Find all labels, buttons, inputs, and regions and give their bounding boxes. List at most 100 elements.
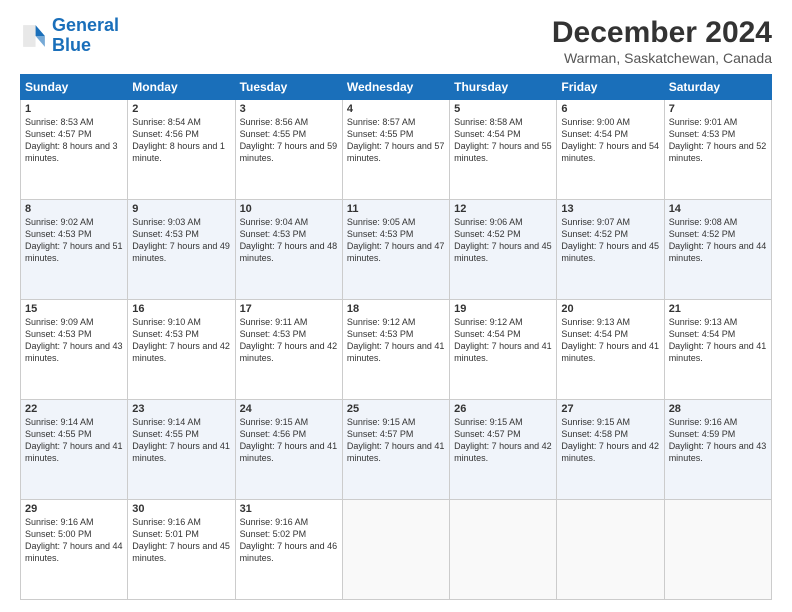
sunrise-label: Sunrise: 9:13 AM: [669, 317, 738, 327]
day-info: Sunrise: 9:09 AM Sunset: 4:53 PM Dayligh…: [25, 316, 123, 365]
day-number: 19: [454, 303, 552, 315]
col-monday: Monday: [128, 75, 235, 100]
day-info: Sunrise: 9:16 AM Sunset: 5:02 PM Dayligh…: [240, 516, 338, 565]
day-number: 14: [669, 203, 767, 215]
calendar-cell: 3 Sunrise: 8:56 AM Sunset: 4:55 PM Dayli…: [235, 100, 342, 200]
calendar-week-row: 8 Sunrise: 9:02 AM Sunset: 4:53 PM Dayli…: [21, 200, 772, 300]
day-number: 3: [240, 103, 338, 115]
calendar-cell: 17 Sunrise: 9:11 AM Sunset: 4:53 PM Dayl…: [235, 300, 342, 400]
daylight-label: Daylight: 7 hours and 45 minutes.: [132, 541, 230, 563]
sunrise-label: Sunrise: 9:11 AM: [240, 317, 308, 327]
subtitle: Warman, Saskatchewan, Canada: [552, 50, 772, 66]
page: General Blue December 2024 Warman, Saska…: [0, 0, 792, 612]
day-number: 8: [25, 203, 123, 215]
day-info: Sunrise: 9:13 AM Sunset: 4:54 PM Dayligh…: [669, 316, 767, 365]
day-number: 22: [25, 403, 123, 415]
calendar-week-row: 22 Sunrise: 9:14 AM Sunset: 4:55 PM Dayl…: [21, 400, 772, 500]
daylight-label: Daylight: 7 hours and 42 minutes.: [240, 341, 338, 363]
logo: General Blue: [20, 16, 119, 56]
day-info: Sunrise: 9:05 AM Sunset: 4:53 PM Dayligh…: [347, 216, 445, 265]
day-info: Sunrise: 8:54 AM Sunset: 4:56 PM Dayligh…: [132, 116, 230, 165]
calendar-cell: [342, 500, 449, 600]
sunset-label: Sunset: 4:53 PM: [132, 229, 199, 239]
sunrise-label: Sunrise: 8:54 AM: [132, 117, 201, 127]
logo-line1: General: [52, 15, 119, 35]
sunset-label: Sunset: 5:01 PM: [132, 529, 199, 539]
daylight-label: Daylight: 7 hours and 43 minutes.: [669, 441, 767, 463]
sunrise-label: Sunrise: 9:14 AM: [132, 417, 201, 427]
calendar-cell: 16 Sunrise: 9:10 AM Sunset: 4:53 PM Dayl…: [128, 300, 235, 400]
col-wednesday: Wednesday: [342, 75, 449, 100]
calendar-cell: [557, 500, 664, 600]
day-info: Sunrise: 9:01 AM Sunset: 4:53 PM Dayligh…: [669, 116, 767, 165]
day-info: Sunrise: 8:56 AM Sunset: 4:55 PM Dayligh…: [240, 116, 338, 165]
main-title: December 2024: [552, 16, 772, 50]
day-number: 18: [347, 303, 445, 315]
calendar-week-row: 1 Sunrise: 8:53 AM Sunset: 4:57 PM Dayli…: [21, 100, 772, 200]
sunset-label: Sunset: 4:52 PM: [561, 229, 628, 239]
daylight-label: Daylight: 7 hours and 41 minutes.: [25, 441, 123, 463]
sunset-label: Sunset: 4:53 PM: [25, 229, 92, 239]
day-info: Sunrise: 9:04 AM Sunset: 4:53 PM Dayligh…: [240, 216, 338, 265]
calendar-cell: 21 Sunrise: 9:13 AM Sunset: 4:54 PM Dayl…: [664, 300, 771, 400]
calendar-cell: 9 Sunrise: 9:03 AM Sunset: 4:53 PM Dayli…: [128, 200, 235, 300]
sunrise-label: Sunrise: 9:16 AM: [25, 517, 94, 527]
sunrise-label: Sunrise: 9:00 AM: [561, 117, 630, 127]
sunset-label: Sunset: 4:56 PM: [132, 129, 199, 139]
day-info: Sunrise: 9:10 AM Sunset: 4:53 PM Dayligh…: [132, 316, 230, 365]
sunrise-label: Sunrise: 9:15 AM: [347, 417, 416, 427]
sunset-label: Sunset: 5:00 PM: [25, 529, 92, 539]
calendar-cell: 27 Sunrise: 9:15 AM Sunset: 4:58 PM Dayl…: [557, 400, 664, 500]
day-number: 4: [347, 103, 445, 115]
calendar-header: Sunday Monday Tuesday Wednesday Thursday…: [21, 75, 772, 100]
sunrise-label: Sunrise: 9:12 AM: [347, 317, 416, 327]
day-number: 26: [454, 403, 552, 415]
calendar-cell: 12 Sunrise: 9:06 AM Sunset: 4:52 PM Dayl…: [450, 200, 557, 300]
calendar-cell: 7 Sunrise: 9:01 AM Sunset: 4:53 PM Dayli…: [664, 100, 771, 200]
daylight-label: Daylight: 7 hours and 41 minutes.: [240, 441, 338, 463]
day-info: Sunrise: 8:53 AM Sunset: 4:57 PM Dayligh…: [25, 116, 123, 165]
calendar-cell: 30 Sunrise: 9:16 AM Sunset: 5:01 PM Dayl…: [128, 500, 235, 600]
day-info: Sunrise: 8:57 AM Sunset: 4:55 PM Dayligh…: [347, 116, 445, 165]
daylight-label: Daylight: 7 hours and 44 minutes.: [669, 241, 767, 263]
day-info: Sunrise: 9:00 AM Sunset: 4:54 PM Dayligh…: [561, 116, 659, 165]
sunset-label: Sunset: 4:55 PM: [25, 429, 92, 439]
daylight-label: Daylight: 7 hours and 47 minutes.: [347, 241, 445, 263]
sunset-label: Sunset: 4:54 PM: [454, 129, 521, 139]
logo-icon: [20, 22, 48, 50]
day-info: Sunrise: 9:15 AM Sunset: 4:57 PM Dayligh…: [454, 416, 552, 465]
day-number: 9: [132, 203, 230, 215]
daylight-label: Daylight: 7 hours and 41 minutes.: [347, 341, 445, 363]
calendar-cell: [664, 500, 771, 600]
daylight-label: Daylight: 7 hours and 57 minutes.: [347, 141, 445, 163]
daylight-label: Daylight: 7 hours and 42 minutes.: [132, 341, 230, 363]
day-number: 24: [240, 403, 338, 415]
calendar-cell: 31 Sunrise: 9:16 AM Sunset: 5:02 PM Dayl…: [235, 500, 342, 600]
calendar-cell: 15 Sunrise: 9:09 AM Sunset: 4:53 PM Dayl…: [21, 300, 128, 400]
daylight-label: Daylight: 7 hours and 54 minutes.: [561, 141, 659, 163]
day-number: 20: [561, 303, 659, 315]
sunset-label: Sunset: 4:57 PM: [454, 429, 521, 439]
day-number: 23: [132, 403, 230, 415]
day-info: Sunrise: 9:14 AM Sunset: 4:55 PM Dayligh…: [25, 416, 123, 465]
calendar-cell: 23 Sunrise: 9:14 AM Sunset: 4:55 PM Dayl…: [128, 400, 235, 500]
day-number: 29: [25, 503, 123, 515]
logo-line2: Blue: [52, 35, 91, 55]
day-number: 17: [240, 303, 338, 315]
day-number: 11: [347, 203, 445, 215]
sunrise-label: Sunrise: 9:12 AM: [454, 317, 523, 327]
day-number: 30: [132, 503, 230, 515]
sunrise-label: Sunrise: 8:56 AM: [240, 117, 309, 127]
sunrise-label: Sunrise: 8:57 AM: [347, 117, 416, 127]
day-info: Sunrise: 9:06 AM Sunset: 4:52 PM Dayligh…: [454, 216, 552, 265]
calendar-cell: 26 Sunrise: 9:15 AM Sunset: 4:57 PM Dayl…: [450, 400, 557, 500]
day-info: Sunrise: 9:16 AM Sunset: 5:00 PM Dayligh…: [25, 516, 123, 565]
calendar-cell: 8 Sunrise: 9:02 AM Sunset: 4:53 PM Dayli…: [21, 200, 128, 300]
sunrise-label: Sunrise: 9:01 AM: [669, 117, 738, 127]
sunrise-label: Sunrise: 9:08 AM: [669, 217, 738, 227]
sunset-label: Sunset: 4:53 PM: [347, 229, 414, 239]
sunset-label: Sunset: 4:57 PM: [347, 429, 414, 439]
sunset-label: Sunset: 4:55 PM: [347, 129, 414, 139]
calendar-cell: 29 Sunrise: 9:16 AM Sunset: 5:00 PM Dayl…: [21, 500, 128, 600]
sunset-label: Sunset: 4:57 PM: [25, 129, 92, 139]
